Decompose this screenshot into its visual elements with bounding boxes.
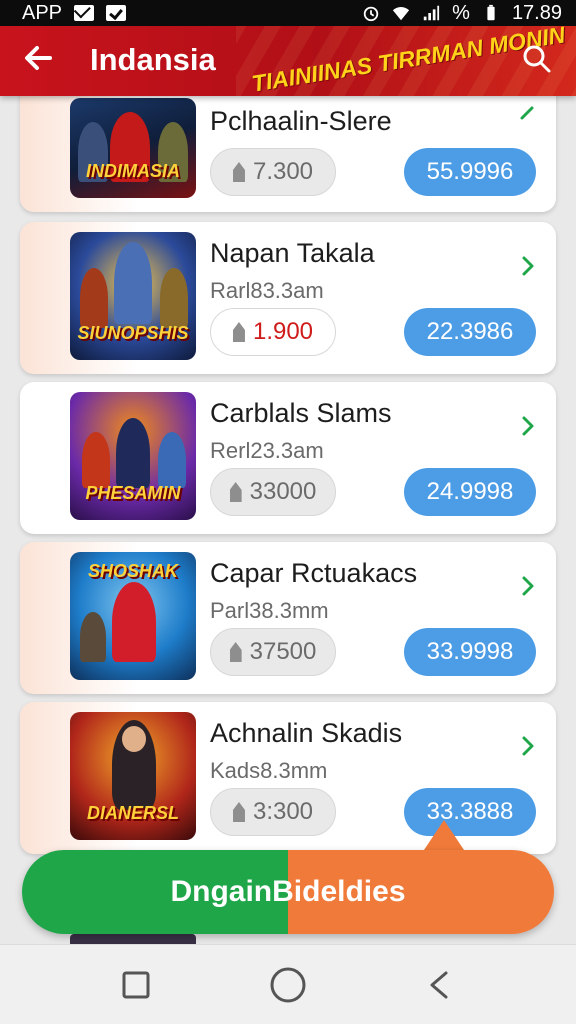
circle-icon bbox=[270, 967, 306, 1002]
thumbnail-art-text: SHOSHAK bbox=[87, 561, 178, 581]
game-title: Capar Rctuakacs bbox=[210, 558, 418, 588]
search-button[interactable] bbox=[520, 42, 554, 76]
system-back-button[interactable] bbox=[420, 965, 460, 1005]
game-title: Achnalin Skadis bbox=[210, 718, 403, 748]
game-title: Carblals Slams bbox=[210, 398, 392, 428]
back-arrow-icon bbox=[25, 46, 52, 70]
battery-icon bbox=[487, 4, 495, 21]
game-card-5[interactable]: DIANERSL Achnalin Skadis Kads8.3mm 3:300… bbox=[20, 702, 556, 854]
status-app-label: APP bbox=[22, 1, 63, 24]
game-thumbnail-1: INDIMASIA bbox=[70, 98, 196, 198]
thumbnail-art-text: DIANERSL bbox=[86, 803, 179, 823]
chevron-right-icon[interactable] bbox=[518, 734, 538, 758]
checkmark-icon bbox=[520, 106, 534, 120]
price-pill[interactable]: 33000 bbox=[210, 468, 336, 516]
game-card-3[interactable]: PHESAMIN Carblals Slams Rerl23.3am 33000… bbox=[20, 382, 556, 534]
game-thumbnail-5: DIANERSL bbox=[70, 712, 196, 840]
thumbnail-art-text: SIUNOPSHIS bbox=[77, 323, 189, 343]
game-card-2[interactable]: SIUNOPSHIS Napan Takala Rarl83.3am 1.900… bbox=[20, 222, 556, 374]
tag-icon bbox=[232, 322, 245, 342]
tag-icon bbox=[232, 802, 245, 822]
chevron-right-icon[interactable] bbox=[518, 254, 538, 278]
recents-button[interactable] bbox=[116, 965, 156, 1005]
status-bar: APP % 17.89 bbox=[0, 0, 576, 26]
price-pill[interactable]: 1.900 bbox=[210, 308, 336, 356]
game-subtitle: Parl38.3mm bbox=[210, 598, 329, 623]
app-header: Indansia TIAINIINAS TIRRMAN MONIN bbox=[0, 26, 576, 96]
buy-button[interactable]: 33.9998 bbox=[404, 628, 536, 676]
game-thumbnail-4: SHOSHAK bbox=[70, 552, 196, 680]
signal-icon bbox=[423, 5, 440, 21]
triangle-back-icon bbox=[430, 971, 448, 998]
mail-icon bbox=[74, 5, 95, 21]
game-subtitle: Rarl83.3am bbox=[210, 278, 324, 303]
chevron-right-icon[interactable] bbox=[518, 414, 538, 438]
price-pill[interactable]: 3:300 bbox=[210, 788, 336, 836]
square-icon bbox=[122, 971, 150, 998]
game-title: Napan Takala bbox=[210, 238, 375, 268]
wifi-icon bbox=[393, 7, 410, 21]
check-icon bbox=[106, 5, 127, 21]
tag-icon bbox=[229, 482, 242, 502]
tag-icon bbox=[229, 642, 242, 662]
bottom-action-button[interactable]: DngainBideldies bbox=[22, 850, 554, 934]
chevron-right-icon[interactable] bbox=[518, 574, 538, 598]
game-thumbnail-3: PHESAMIN bbox=[70, 392, 196, 520]
buy-button[interactable]: 24.9998 bbox=[404, 468, 536, 516]
game-title: Pclhaalin-Slere bbox=[210, 106, 392, 136]
page-title: Indansia bbox=[90, 42, 216, 77]
system-nav-bar bbox=[0, 944, 576, 1024]
tag-icon bbox=[232, 162, 245, 182]
battery-percent-label: % bbox=[452, 1, 470, 24]
clock: 17.89 bbox=[511, 1, 562, 24]
buy-button[interactable]: 22.3986 bbox=[404, 308, 536, 356]
price-pill[interactable]: 7.300 bbox=[210, 148, 336, 196]
home-button[interactable] bbox=[268, 965, 308, 1005]
price-pill[interactable]: 37500 bbox=[210, 628, 336, 676]
thumbnail-art-text: INDIMASIA bbox=[86, 161, 180, 181]
game-card-4[interactable]: SHOSHAK Capar Rctuakacs Parl38.3mm 37500… bbox=[20, 542, 556, 694]
game-subtitle: Rerl23.3am bbox=[210, 438, 324, 463]
game-subtitle: Kads8.3mm bbox=[210, 758, 328, 783]
bottom-action-label: DngainBideldies bbox=[170, 875, 406, 908]
back-button[interactable] bbox=[20, 40, 60, 80]
alarm-icon bbox=[363, 6, 379, 22]
thumbnail-art-text: PHESAMIN bbox=[85, 483, 181, 503]
buy-button[interactable]: 55.9996 bbox=[404, 148, 536, 196]
search-icon bbox=[523, 45, 551, 73]
game-thumbnail-2: SIUNOPSHIS bbox=[70, 232, 196, 360]
